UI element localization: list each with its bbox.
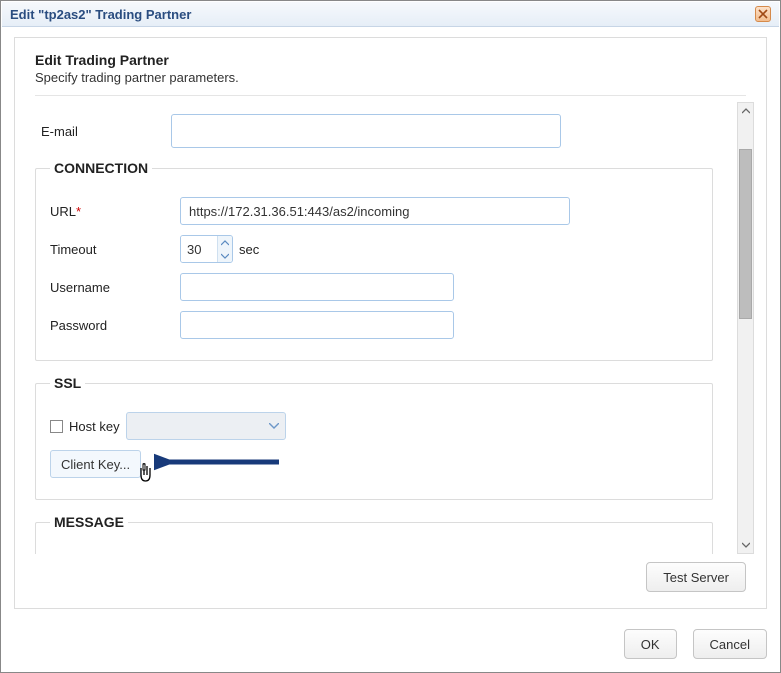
form-content: E-mail CONNECTION URL* Timeout <box>15 102 733 554</box>
url-label: URL* <box>50 204 180 219</box>
scrollable-area: E-mail CONNECTION URL* Timeout <box>15 102 766 554</box>
panel-title: Edit Trading Partner <box>35 52 746 68</box>
hostkey-label: Host key <box>69 419 120 434</box>
divider <box>35 95 746 96</box>
chevron-up-icon <box>221 240 229 246</box>
panel-actions: Test Server <box>15 554 766 596</box>
message-group: MESSAGE <box>35 514 713 554</box>
url-field[interactable] <box>180 197 570 225</box>
password-field[interactable] <box>180 311 454 339</box>
password-label: Password <box>50 318 180 333</box>
client-key-button[interactable]: Client Key... <box>50 450 141 478</box>
timeout-value[interactable] <box>181 236 217 262</box>
form-panel: Edit Trading Partner Specify trading par… <box>14 37 767 609</box>
dialog-footer: OK Cancel <box>2 619 779 671</box>
field-row-timeout: Timeout <box>50 232 698 266</box>
field-row-url: URL* <box>50 194 698 228</box>
cancel-button[interactable]: Cancel <box>693 629 767 659</box>
close-icon <box>758 9 768 19</box>
panel-subtitle: Specify trading partner parameters. <box>35 68 746 85</box>
test-server-button[interactable]: Test Server <box>646 562 746 592</box>
field-row-username: Username <box>50 270 698 304</box>
stepper-down[interactable] <box>218 249 232 262</box>
scrollbar-thumb[interactable] <box>739 149 752 319</box>
panel-header: Edit Trading Partner Specify trading par… <box>15 52 766 89</box>
hostkey-select[interactable] <box>126 412 286 440</box>
hostkey-checkbox[interactable] <box>50 420 63 433</box>
chevron-down-icon <box>269 423 279 429</box>
email-label: E-mail <box>41 124 171 139</box>
email-field[interactable] <box>171 114 561 148</box>
required-mark: * <box>76 204 81 219</box>
dialog-body: Edit Trading Partner Specify trading par… <box>2 27 779 619</box>
select-arrow <box>263 423 285 429</box>
ok-button[interactable]: OK <box>624 629 677 659</box>
field-row-clientkey: Client Key... <box>50 447 698 481</box>
chevron-down-icon <box>742 541 750 549</box>
timeout-stepper[interactable] <box>180 235 233 263</box>
titlebar: Edit "tp2as2" Trading Partner <box>2 2 779 27</box>
connection-group: CONNECTION URL* Timeout <box>35 160 713 361</box>
close-button[interactable] <box>755 6 771 22</box>
scroll-down-button[interactable] <box>738 537 753 553</box>
chevron-down-icon <box>221 253 229 259</box>
field-row-email: E-mail <box>41 114 713 148</box>
ssl-legend: SSL <box>50 375 85 391</box>
scroll-up-button[interactable] <box>738 103 753 119</box>
field-row-hostkey: Host key <box>50 409 698 443</box>
client-key-label: Client Key... <box>61 457 130 472</box>
pointer-arrow-annotation <box>154 445 284 479</box>
message-legend: MESSAGE <box>50 514 128 530</box>
ssl-group: SSL Host key <box>35 375 713 500</box>
username-label: Username <box>50 280 180 295</box>
connection-legend: CONNECTION <box>50 160 152 176</box>
dialog-title: Edit "tp2as2" Trading Partner <box>10 7 191 22</box>
timeout-unit: sec <box>239 242 259 257</box>
field-row-password: Password <box>50 308 698 342</box>
stepper-up[interactable] <box>218 236 232 249</box>
chevron-up-icon <box>742 107 750 115</box>
username-field[interactable] <box>180 273 454 301</box>
scrollbar-track[interactable] <box>738 119 753 537</box>
timeout-label: Timeout <box>50 242 180 257</box>
url-label-text: URL <box>50 204 76 219</box>
vertical-scrollbar[interactable] <box>737 102 754 554</box>
